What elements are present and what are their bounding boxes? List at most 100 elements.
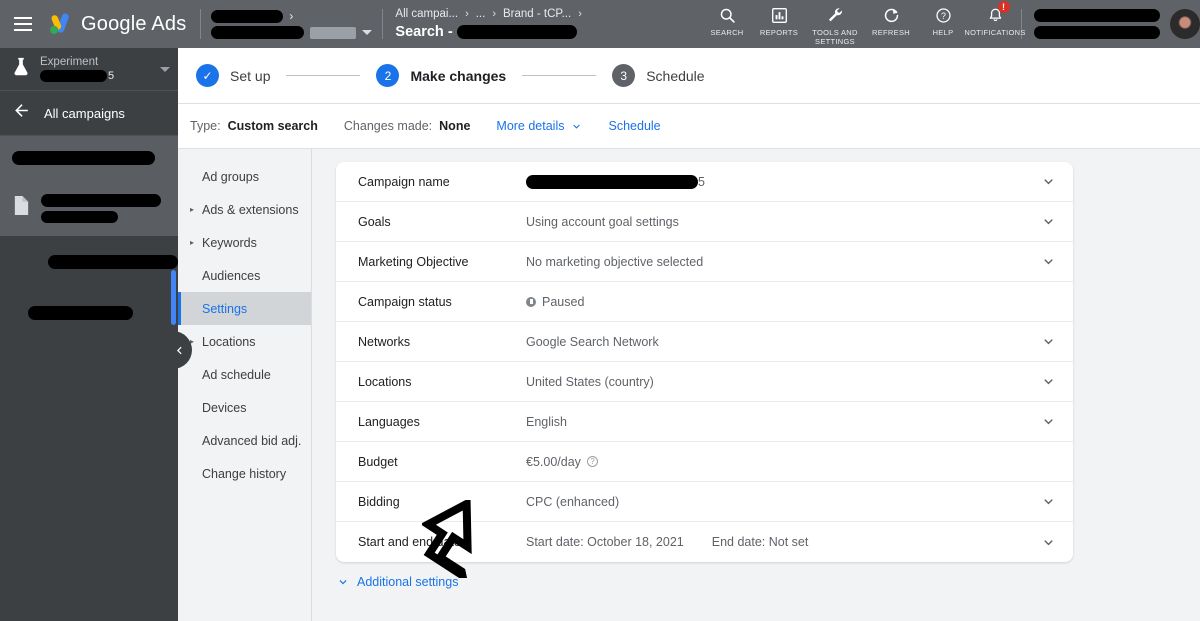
expand-arrow-icon[interactable]: ▸ — [190, 205, 197, 214]
redacted-sidebar-text — [12, 151, 155, 165]
sidebar-item-settings[interactable]: Settings — [178, 292, 311, 325]
sidebar-item-ad-schedule[interactable]: Ad schedule — [178, 358, 311, 391]
nav-label: Change history — [202, 466, 287, 481]
setting-row-locations[interactable]: Locations United States (country) — [336, 362, 1073, 402]
setting-row-campaign-status[interactable]: Campaign status Paused — [336, 282, 1073, 322]
sidebar-campaign-item-1[interactable] — [0, 136, 178, 180]
setting-label: Bidding — [358, 494, 400, 509]
nav-label: Settings — [202, 301, 248, 316]
step-schedule[interactable]: 3 Schedule — [612, 64, 705, 87]
toolbar-icons: Search Reports Tools and settings Refres… — [701, 0, 1025, 48]
nav-label: Locations — [202, 334, 256, 349]
chevron-down-icon[interactable] — [1040, 213, 1057, 230]
experiment-dropdown-caret-icon[interactable] — [160, 66, 170, 72]
refresh-icon — [883, 5, 900, 25]
experiment-sidebar: Experiment 5 All campaigns — [0, 48, 178, 621]
breadcrumb-item-brand[interactable]: Brand - tCP... — [503, 8, 571, 20]
back-to-all-campaigns[interactable]: All campaigns — [0, 91, 178, 136]
toolbar-reports-button[interactable]: Reports — [753, 5, 805, 37]
sidebar-scrollbar-thumb[interactable] — [171, 270, 176, 325]
chevron-down-icon[interactable] — [1040, 333, 1057, 350]
help-circle-icon[interactable]: ? — [586, 456, 598, 467]
chevron-down-icon[interactable] — [1040, 253, 1057, 270]
expand-arrow-icon[interactable]: ▸ — [190, 238, 197, 247]
sidebar-item-locations[interactable]: ▸ Locations — [178, 325, 311, 358]
setting-row-bidding[interactable]: Bidding CPC (enhanced) — [336, 482, 1073, 522]
redacted-account-name — [211, 26, 305, 39]
toolbar-tools-settings-button[interactable]: Tools and settings — [805, 5, 865, 46]
step-make-changes[interactable]: 2 Make changes — [376, 64, 506, 87]
setting-row-campaign-name[interactable]: Campaign name 5 — [336, 162, 1073, 202]
google-ads-logo[interactable]: Google Ads — [46, 11, 200, 37]
setting-value: English — [526, 414, 567, 429]
schedule-link[interactable]: Schedule — [609, 119, 661, 133]
sidebar-item-audiences[interactable]: Audiences — [178, 259, 311, 292]
setting-label: Start and end dates — [358, 535, 468, 549]
toolbar-search-label: Search — [710, 28, 744, 37]
sidebar-campaign-item-2[interactable] — [0, 180, 178, 236]
toolbar-search-button[interactable]: Search — [701, 5, 753, 37]
setting-row-budget[interactable]: Budget €5.00/day ? — [336, 442, 1073, 482]
chevron-down-icon[interactable] — [1040, 493, 1057, 510]
status-badge: Paused — [542, 294, 585, 309]
step-connector — [286, 75, 361, 76]
all-campaigns-label: All campaigns — [44, 105, 125, 121]
sidebar-item-devices[interactable]: Devices — [178, 391, 311, 424]
setting-row-start-end-dates[interactable]: Start and end dates Start date: October … — [336, 522, 1073, 562]
redacted-sidebar-text — [41, 210, 118, 223]
account-name-row — [211, 26, 373, 39]
google-ads-app: Google Ads › All campai... › ... › Brand… — [0, 0, 1200, 621]
setting-row-languages[interactable]: Languages English — [336, 402, 1073, 442]
redacted-sidebar-text — [41, 193, 161, 207]
sidebar-item-advanced-bid-adj[interactable]: Advanced bid adj. — [178, 424, 311, 457]
sidebar-item-ad-groups[interactable]: Ad groups — [178, 160, 311, 193]
setting-value: United States (country) — [526, 374, 654, 389]
sidebar-campaign-item-3[interactable] — [0, 236, 178, 288]
setting-label: Languages — [358, 414, 420, 429]
setting-label: Goals — [358, 214, 391, 229]
main-content: ✓ Set up 2 Make changes 3 Schedule Type:… — [178, 48, 1200, 621]
breadcrumb-item-ellipsis[interactable]: ... — [476, 8, 486, 20]
setting-row-goals[interactable]: Goals Using account goal settings — [336, 202, 1073, 242]
chevron-down-icon[interactable] — [1040, 413, 1057, 430]
avatar[interactable] — [1170, 9, 1200, 39]
sidebar-item-ads-extensions[interactable]: ▸ Ads & extensions — [178, 193, 311, 226]
more-details-link[interactable]: More details — [496, 119, 582, 133]
breadcrumb-item-all-campaigns[interactable]: All campai... — [395, 8, 458, 20]
account-selector[interactable]: › — [201, 9, 382, 39]
info-type-key: Type: — [190, 119, 221, 133]
redacted-account-id — [310, 26, 357, 39]
setting-value: €5.00/day ? — [526, 455, 1057, 469]
chevron-down-icon[interactable] — [1040, 373, 1057, 390]
caret-down-icon[interactable] — [362, 30, 373, 35]
sidebar-campaign-item-4[interactable] — [0, 288, 178, 338]
step-set-up[interactable]: ✓ Set up — [196, 64, 270, 87]
toolbar-notifications-button[interactable]: ! Notifications — [964, 1, 1025, 37]
nav-label: Ad groups — [202, 169, 259, 184]
user-area — [1022, 9, 1200, 39]
toolbar-notifications-label: Notifications — [964, 28, 1026, 37]
info-changes-value: None — [439, 119, 471, 133]
setting-row-networks[interactable]: Networks Google Search Network — [336, 322, 1073, 362]
sidebar-item-change-history[interactable]: Change history — [178, 457, 311, 490]
settings-content: Campaign name 5 Goals Using account goal… — [312, 149, 1200, 621]
search-icon — [719, 5, 736, 25]
experiment-sub: 5 — [40, 70, 152, 82]
step-1-marker: ✓ — [196, 64, 219, 87]
toolbar-refresh-button[interactable]: Refresh — [865, 5, 917, 37]
experiment-header[interactable]: Experiment 5 — [0, 48, 178, 91]
toolbar-reports-label: Reports — [759, 28, 799, 37]
hamburger-menu-icon[interactable] — [0, 0, 46, 48]
chevron-down-icon[interactable] — [1040, 534, 1057, 551]
more-details-label: More details — [496, 119, 565, 133]
toolbar-help-button[interactable]: ? Help — [917, 5, 969, 37]
wrench-icon — [826, 5, 844, 25]
chevron-down-icon[interactable] — [1040, 173, 1057, 190]
sidebar-item-keywords[interactable]: ▸ Keywords — [178, 226, 311, 259]
redacted-campaign-name — [456, 25, 577, 39]
setting-label: Campaign status — [358, 294, 452, 309]
additional-settings-toggle[interactable]: Additional settings — [336, 575, 1200, 589]
redacted-sidebar-stack — [41, 193, 161, 223]
breadcrumb-trail: All campai... › ... › Brand - tCP... › — [395, 8, 581, 20]
setting-row-marketing-objective[interactable]: Marketing Objective No marketing objecti… — [336, 242, 1073, 282]
